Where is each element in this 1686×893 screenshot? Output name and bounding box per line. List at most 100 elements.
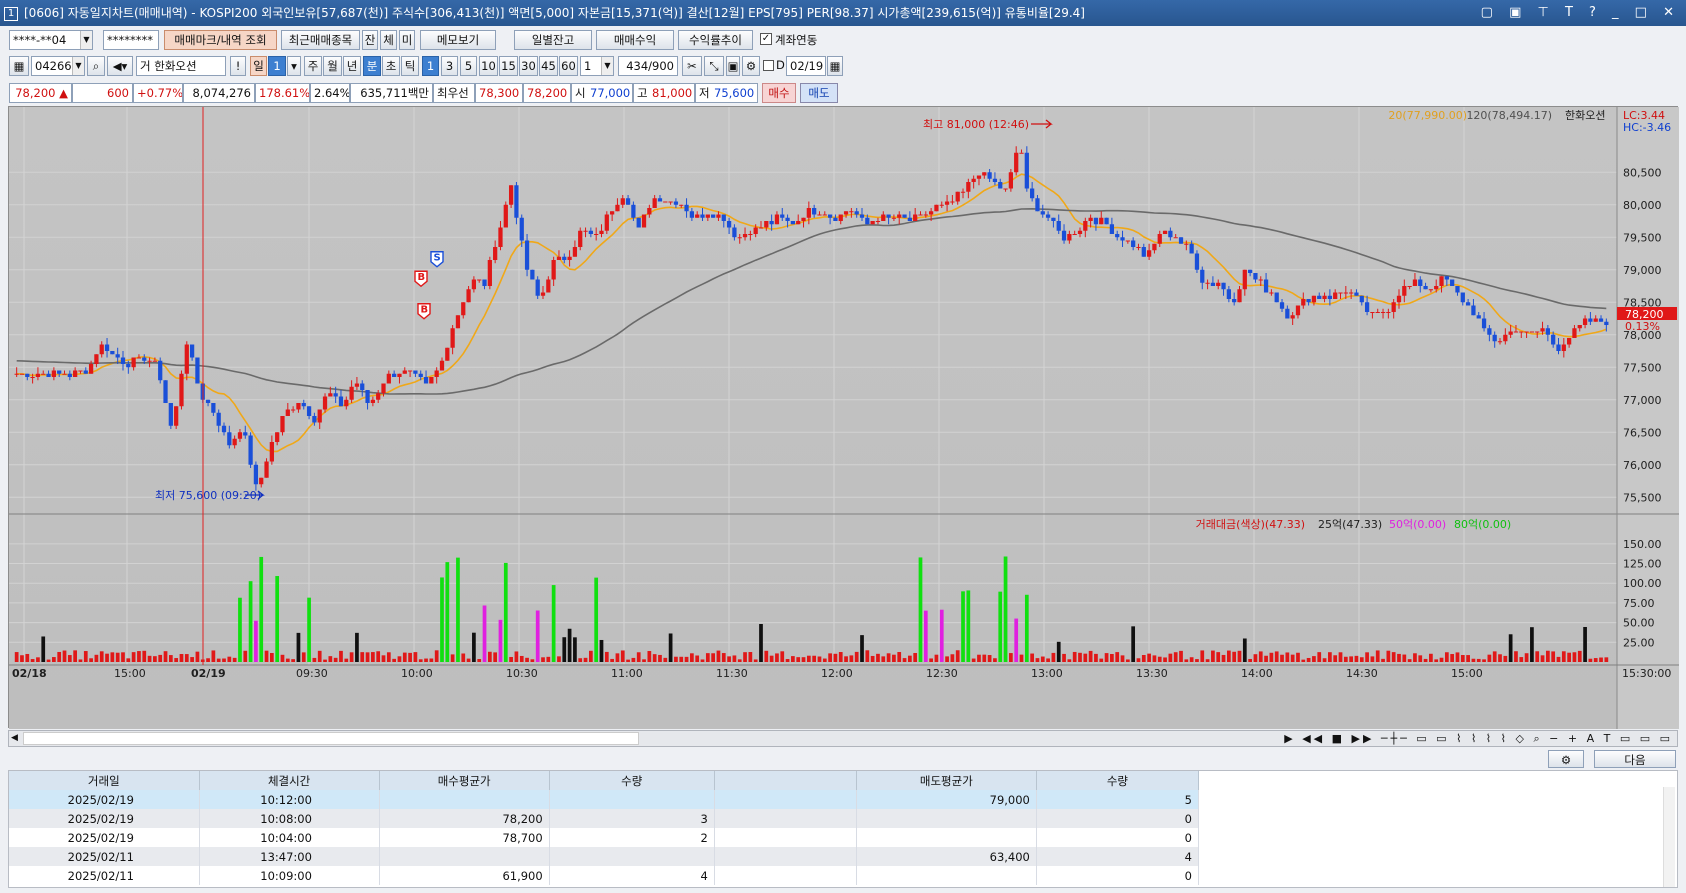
volume-bar xyxy=(1561,651,1566,662)
volume-bar xyxy=(392,658,397,662)
draw-icon[interactable]: ⤡ xyxy=(704,56,724,76)
recent-trades-button[interactable]: 최근매매종목 xyxy=(281,30,360,50)
table-row[interactable]: 2025/02/11 13:47:00 63,400 4 xyxy=(9,847,1200,866)
scissors-icon[interactable]: ✂ xyxy=(682,56,702,76)
interval-45[interactable]: 45 xyxy=(539,56,558,76)
interval-60[interactable]: 60 xyxy=(559,56,578,76)
chart-scrollbar[interactable]: ◀ ▶ ◀◀ ■ ▶▶ ─┼─ ▭ ▭ ⌇ ⌇ ⌇ ⌇ ◇ ⌕ − + A T … xyxy=(8,730,1678,747)
period-dropdown[interactable]: ▾ xyxy=(287,56,301,76)
table-row[interactable]: 2025/02/19 10:04:00 78,700 2 0 xyxy=(9,828,1200,847)
col-buy-avg[interactable]: 매수평균가 xyxy=(379,771,550,790)
table-row[interactable]: 2025/02/19 10:08:00 78,200 3 0 xyxy=(9,809,1200,828)
search-icon[interactable]: ⌕ xyxy=(87,56,105,76)
interval-1[interactable]: 1 xyxy=(422,56,439,76)
candle-body xyxy=(1216,282,1221,286)
interval-input[interactable]: 1 ▼ xyxy=(580,56,614,76)
scroll-left-icon[interactable]: ◀ xyxy=(11,731,18,746)
candle-body xyxy=(1572,328,1577,338)
col-buy-qty[interactable]: 수량 xyxy=(549,771,715,790)
stock-code-select[interactable]: 042660 ▼ xyxy=(31,56,85,76)
trade-mark-button[interactable]: 매매마크/내역 조회 xyxy=(164,30,277,50)
table-scrollbar[interactable] xyxy=(1663,787,1675,887)
volume-bar xyxy=(440,577,444,662)
volume-bar xyxy=(1088,650,1093,662)
chevron-down-icon[interactable]: ▼ xyxy=(601,57,613,75)
next-button[interactable]: 다음 xyxy=(1594,750,1676,768)
balance-button[interactable]: 잔 xyxy=(362,30,378,50)
candle-body xyxy=(625,198,631,205)
table-row[interactable]: 2025/02/11 10:09:00 61,900 4 0 xyxy=(9,866,1200,885)
candle-body xyxy=(487,260,492,286)
alert-button[interactable]: ! xyxy=(230,56,246,76)
volume-bar xyxy=(445,562,450,662)
memo-button[interactable]: 메모보기 xyxy=(420,30,496,50)
password-field[interactable]: ******** xyxy=(103,30,159,50)
chevron-down-icon[interactable]: ▼ xyxy=(80,31,92,49)
chart-tool-icons[interactable]: ▶ ◀◀ ■ ▶▶ ─┼─ ▭ ▭ ⌇ ⌇ ⌇ ⌇ ◇ ⌕ − + A T ▭ … xyxy=(1284,731,1673,746)
execution-button[interactable]: 체 xyxy=(380,30,397,50)
trade-history-table[interactable]: 거래일 체결시간 매수평균가 수량 매도평균가 수량 2025/02/19 10… xyxy=(8,770,1678,888)
interval-30[interactable]: 30 xyxy=(519,56,538,76)
candle-body xyxy=(1263,279,1269,293)
candle-body xyxy=(1221,282,1226,290)
price-chart[interactable]: 80,500 80,000 79,500 79,000 78,500 78,000 77,5… xyxy=(8,106,1679,729)
period-year-button[interactable]: 년 xyxy=(343,56,361,76)
settings-gear-icon[interactable]: ⚙ xyxy=(1548,750,1584,768)
period-value[interactable]: 1 xyxy=(268,56,286,76)
date-checkbox[interactable] xyxy=(763,60,774,71)
scroll-thumb[interactable] xyxy=(23,732,639,745)
stock-name-field[interactable]: 거 한화오션 xyxy=(136,56,226,76)
candle-body xyxy=(439,360,445,371)
col-trade-date[interactable]: 거래일 xyxy=(9,771,200,790)
interval-3[interactable]: 3 xyxy=(441,56,458,76)
save-icon[interactable]: ▣ xyxy=(726,56,740,76)
volume-bar xyxy=(1343,656,1348,662)
candle-body xyxy=(1370,312,1375,313)
unfilled-button[interactable]: 미 xyxy=(399,30,415,50)
candle-body xyxy=(594,234,599,235)
period-day-button[interactable]: 일 xyxy=(250,56,267,76)
interval-10[interactable]: 10 xyxy=(479,56,498,76)
volume-bar xyxy=(1593,658,1598,662)
return-trend-button[interactable]: 수익률추이 xyxy=(678,30,753,50)
volume-legend-80: 80억(0.00) xyxy=(1454,518,1511,531)
volume-bar xyxy=(227,656,232,662)
speaker-icon[interactable]: ◀▾ xyxy=(107,56,133,76)
col-exec-time[interactable]: 체결시간 xyxy=(199,771,380,790)
date-field[interactable]: 02/19 xyxy=(786,56,826,76)
count-field[interactable]: 434/900 xyxy=(618,56,678,76)
candle-body xyxy=(450,328,455,348)
time-tick-label: 11:30 xyxy=(716,667,748,680)
daily-balance-button[interactable]: 일별잔고 xyxy=(514,30,592,50)
window-controls[interactable]: ▢ ▣ ⊤ T ? _ □ ✕ xyxy=(1481,0,1680,26)
candle-body xyxy=(1247,269,1253,273)
interval-15[interactable]: 15 xyxy=(499,56,518,76)
chart-canvas[interactable]: 80,50080,00079,50079,00078,50078,00077,5… xyxy=(9,107,1679,729)
time-tick-label: 10:30 xyxy=(506,667,538,680)
price-tick-label: 76,500 xyxy=(1623,426,1662,439)
period-second-button[interactable]: 초 xyxy=(382,56,400,76)
interval-5[interactable]: 5 xyxy=(460,56,477,76)
calendar-icon[interactable]: ▦ xyxy=(827,56,843,76)
account-select[interactable]: ****-**04 ▼ xyxy=(9,30,93,50)
trade-profit-button[interactable]: 매매수익 xyxy=(596,30,674,50)
buy-button[interactable]: 매수 xyxy=(762,83,796,103)
period-month-button[interactable]: 월 xyxy=(323,56,342,76)
table-row[interactable]: 2025/02/19 10:12:00 79,000 5 xyxy=(9,790,1200,809)
volume-bar xyxy=(923,610,928,662)
period-week-button[interactable]: 주 xyxy=(304,56,322,76)
col-sell-qty[interactable]: 수량 xyxy=(1036,771,1200,790)
period-tick-button[interactable]: 틱 xyxy=(401,56,419,76)
candle-body xyxy=(269,442,274,462)
chevron-down-icon[interactable]: ▼ xyxy=(72,57,84,75)
trade-mark-label: S xyxy=(434,252,441,263)
sell-button[interactable]: 매도 xyxy=(800,83,838,103)
period-minute-button[interactable]: 분 xyxy=(363,56,381,76)
volume-bar xyxy=(418,659,423,662)
col-sell-avg[interactable]: 매도평균가 xyxy=(856,771,1037,790)
volume-bar xyxy=(615,653,620,662)
account-link-checkbox[interactable]: ✓ xyxy=(760,33,772,45)
volume-bar xyxy=(705,653,710,662)
gear-icon[interactable]: ⚙ xyxy=(742,56,760,76)
layout-icon[interactable]: ▦ xyxy=(9,56,29,76)
